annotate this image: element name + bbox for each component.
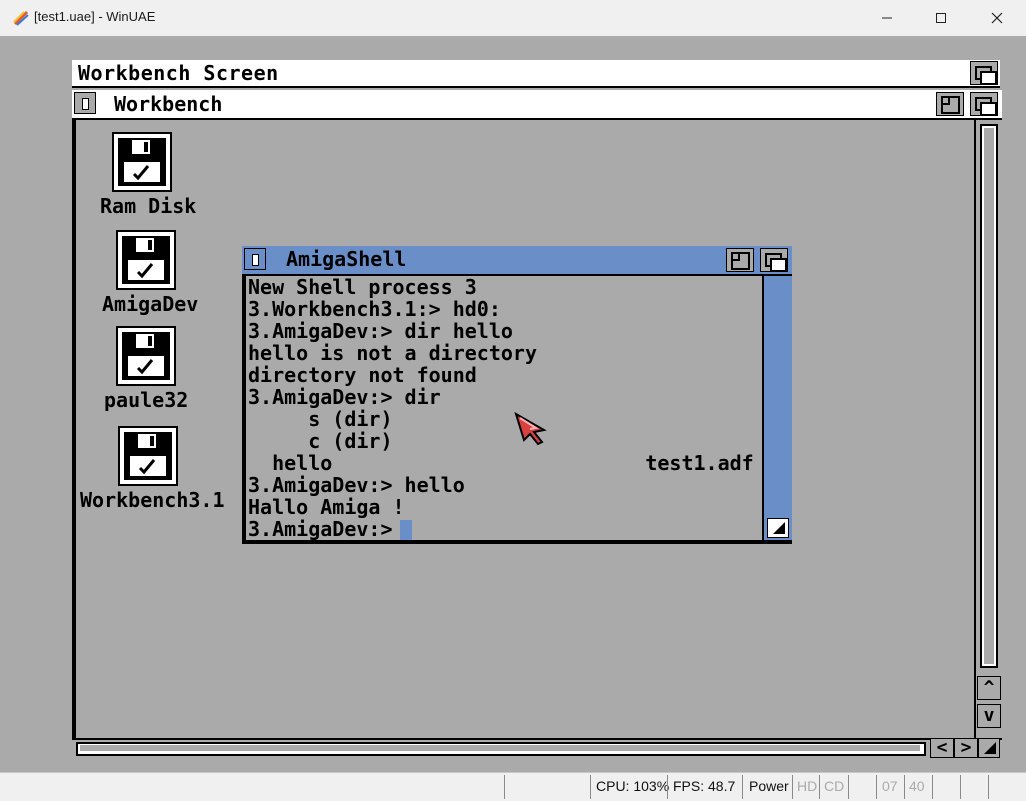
screen-depth-gadget[interactable] (970, 61, 998, 85)
status-bar: CPU: 103% FPS: 48.7 Power HD CD 07 40 (0, 772, 1026, 801)
floppy-icon (116, 326, 176, 386)
emulator-display[interactable]: Workbench Screen Workbench Ram Disk Amig… (0, 36, 1026, 772)
amigashell-window: AmigaShell New Shell process 3 3.Workben… (242, 246, 792, 544)
winuae-app-icon (12, 9, 30, 27)
workbench-title: Workbench (114, 92, 223, 116)
scroll-up-arrow-icon[interactable]: ^ (977, 676, 1001, 700)
shell-line: hello test1.adf (248, 451, 754, 475)
vertical-scroll-knob[interactable] (984, 128, 994, 664)
minimize-icon (882, 17, 892, 19)
shell-titlebar[interactable]: AmigaShell (242, 246, 792, 276)
shell-depth-gadget[interactable] (760, 248, 788, 272)
shell-right-border (762, 276, 792, 540)
shell-line: New Shell process 3 (248, 276, 477, 299)
cpu-status: CPU: 103% (596, 778, 670, 794)
shell-zoom-gadget[interactable] (726, 248, 754, 272)
depth-front-icon (980, 71, 997, 85)
workbench-titlebar[interactable]: Workbench (72, 90, 1002, 120)
disk-icon-ram-disk[interactable]: Ram Disk (100, 132, 196, 222)
disk-icon-amigadev[interactable]: AmigaDev (102, 230, 198, 320)
screen-title: Workbench Screen (78, 61, 279, 85)
scroll-left-arrow-icon[interactable]: < (930, 738, 954, 758)
horizontal-scrollbar[interactable] (76, 742, 926, 756)
df1-track[interactable]: 40 (909, 778, 925, 794)
workbench-size-gadget[interactable] (978, 738, 1000, 758)
close-gadget-icon (252, 254, 259, 266)
disk-icon-paule32[interactable]: paule32 (104, 326, 188, 416)
floppy-icon (112, 132, 172, 192)
host-titlebar: [test1.uae] - WinUAE (0, 0, 1026, 37)
vertical-scrollbar[interactable] (980, 124, 998, 668)
workbench-right-border: ^ v (974, 120, 1002, 738)
fps-status: FPS: 48.7 (673, 778, 736, 794)
shell-line: 3.AmigaDev:> dir hello (248, 319, 513, 343)
shell-line: 3.Workbench3.1:> hd0: (248, 297, 501, 321)
close-icon (991, 12, 1003, 24)
icon-label: AmigaDev (102, 292, 199, 316)
floppy-icon (118, 426, 178, 486)
disk-icon-workbench31[interactable]: Workbench3.1 (80, 426, 225, 516)
mouse-pointer-icon (514, 412, 547, 446)
minimize-button[interactable] (864, 0, 910, 36)
shell-close-gadget[interactable] (244, 248, 266, 270)
maximize-icon (936, 13, 946, 23)
shell-line: 3.AmigaDev:> hello (248, 473, 465, 497)
floppy-icon (116, 230, 176, 290)
cd-led[interactable]: CD (824, 778, 844, 794)
shell-console[interactable]: New Shell process 3 3.Workbench3.1:> hd0… (246, 276, 762, 540)
shell-title: AmigaShell (286, 247, 407, 271)
scroll-right-arrow-icon[interactable]: > (954, 738, 978, 758)
close-button[interactable] (974, 0, 1020, 36)
shell-line: 3.AmigaDev:> dir (248, 385, 441, 409)
power-led[interactable]: Power (749, 778, 789, 794)
shell-line: hello is not a directory (248, 341, 537, 365)
shell-line: c (dir) (248, 429, 393, 453)
depth-front-icon (980, 102, 997, 116)
shell-line: s (dir) (248, 407, 393, 431)
horizontal-scroll-knob[interactable] (80, 745, 920, 751)
workbench-bottom-border: < > (72, 738, 1002, 758)
close-gadget-icon (82, 98, 89, 110)
df0-track[interactable]: 07 (882, 778, 898, 794)
shell-line: Hallo Amiga ! (248, 495, 405, 519)
shell-prompt-line: 3.AmigaDev:> (248, 517, 405, 540)
shell-line: directory not found (248, 363, 477, 387)
scroll-down-arrow-icon[interactable]: v (977, 704, 1001, 728)
icon-label: Ram Disk (100, 194, 197, 218)
icon-label: Workbench3.1 (80, 488, 225, 512)
workbench-depth-gadget[interactable] (970, 92, 998, 116)
maximize-button[interactable] (918, 0, 964, 36)
depth-front-icon (770, 258, 787, 272)
workbench-close-gadget[interactable] (74, 92, 96, 114)
workbench-zoom-gadget[interactable] (936, 92, 964, 116)
icon-label: paule32 (104, 388, 189, 412)
text-cursor (400, 520, 412, 540)
hd-led[interactable]: HD (797, 778, 817, 794)
shell-size-gadget[interactable] (767, 518, 789, 538)
screen-titlebar[interactable]: Workbench Screen (72, 60, 1000, 88)
window-title: [test1.uae] - WinUAE (34, 9, 156, 24)
